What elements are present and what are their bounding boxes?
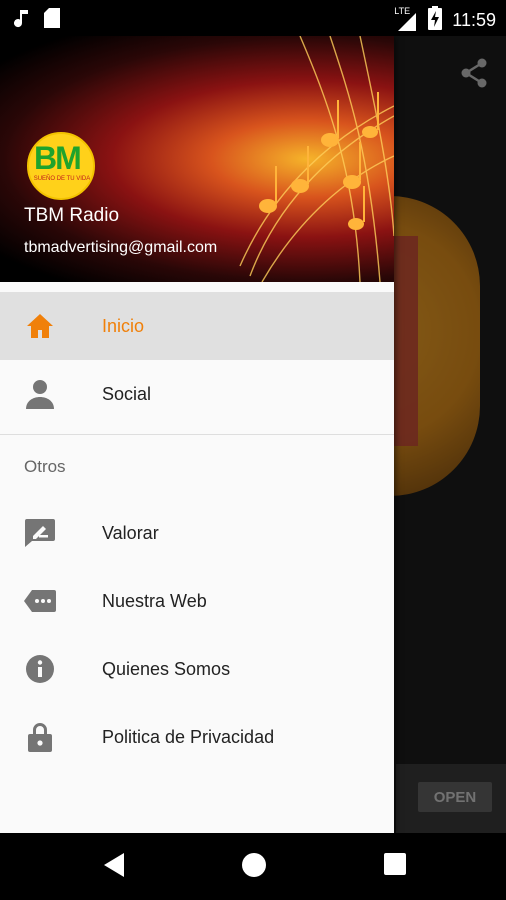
sd-card-icon	[44, 8, 60, 33]
rate-review-icon	[24, 517, 56, 549]
section-title: Otros	[24, 457, 66, 476]
menu-item-label: Social	[102, 383, 152, 404]
drawer-header: BM SUEÑO DE TU VIDA TBM Radio tbmadverti…	[0, 36, 394, 282]
navigation-drawer: BM SUEÑO DE TU VIDA TBM Radio tbmadverti…	[0, 36, 394, 833]
menu-item-label: Quienes Somos	[102, 658, 231, 679]
music-note-icon	[14, 8, 30, 33]
clock: 11:59	[452, 10, 496, 30]
menu-item-politica-privacidad[interactable]: Politica de Privacidad	[0, 703, 394, 771]
signal-icon: LTE	[394, 6, 418, 33]
info-icon	[24, 653, 56, 685]
lock-icon	[24, 721, 56, 753]
menu-item-social[interactable]: Social	[0, 360, 394, 428]
web-tag-icon	[24, 585, 56, 617]
menu-item-label: Nuestra Web	[102, 590, 207, 611]
logo-text: BM	[34, 140, 82, 176]
status-bar: LTE 11:59	[0, 0, 506, 36]
drawer-menu: Inicio Social Otros Valorar Nuestra Web	[0, 292, 394, 771]
recents-icon[interactable]	[382, 851, 408, 882]
menu-item-label: Valorar	[102, 522, 159, 543]
account-name: TBM Radio	[24, 205, 120, 226]
battery-charging-icon	[428, 6, 443, 35]
back-icon[interactable]	[102, 851, 126, 884]
home-icon	[24, 310, 56, 342]
menu-item-quienes-somos[interactable]: Quienes Somos	[0, 635, 394, 703]
menu-item-nuestra-web[interactable]: Nuestra Web	[0, 567, 394, 635]
home-circle-icon[interactable]	[240, 851, 268, 884]
avatar: BM SUEÑO DE TU VIDA	[27, 132, 95, 200]
person-icon	[24, 378, 56, 410]
menu-item-valorar[interactable]: Valorar	[0, 499, 394, 567]
system-nav-bar	[0, 833, 506, 900]
menu-item-label: Inicio	[102, 315, 145, 336]
logo-subtext: SUEÑO DE TU VIDA	[33, 176, 91, 182]
menu-item-label: Politica de Privacidad	[102, 726, 275, 747]
menu-item-inicio[interactable]: Inicio	[0, 292, 394, 360]
account-email: tbmadvertising@gmail.com	[24, 239, 218, 256]
